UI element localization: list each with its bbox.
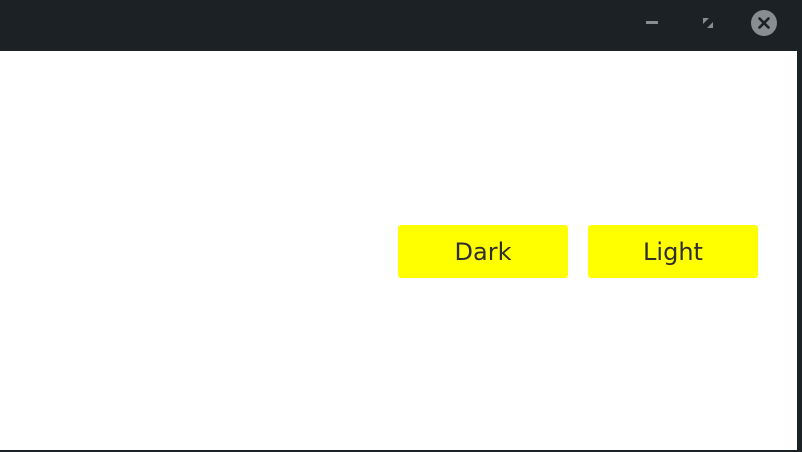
window-border-right	[797, 51, 802, 452]
content-area: Dark Light	[0, 51, 797, 450]
restore-icon	[703, 18, 713, 28]
minimize-button[interactable]	[639, 10, 665, 36]
maximize-button[interactable]	[695, 10, 721, 36]
dark-button[interactable]: Dark	[398, 225, 568, 278]
close-icon	[751, 10, 777, 36]
close-button[interactable]	[751, 10, 777, 36]
light-button[interactable]: Light	[588, 225, 758, 278]
title-bar[interactable]	[0, 0, 802, 51]
minimize-icon	[646, 21, 658, 24]
app-window: Dark Light	[0, 0, 802, 452]
